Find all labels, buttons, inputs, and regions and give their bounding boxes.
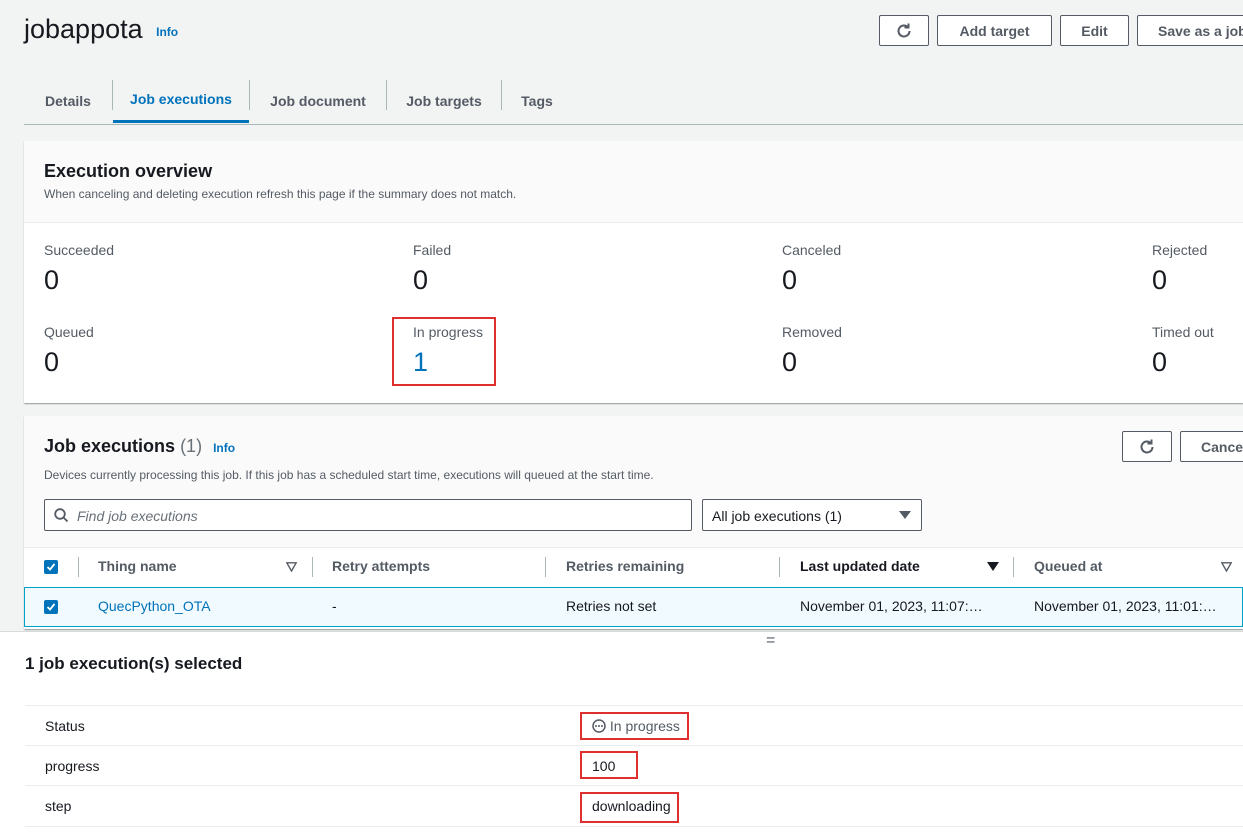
column-queued-at[interactable]: Queued at (1034, 558, 1102, 574)
cancel-button[interactable]: Cancel (1180, 431, 1243, 462)
stat-queued-value: 0 (44, 347, 60, 377)
page-title: jobappota Info (24, 14, 178, 45)
overview-title: Execution overview (44, 161, 213, 181)
executions-title: Job executions (1) Info (44, 436, 235, 457)
thing-name-link[interactable]: QuecPython_OTA (98, 598, 211, 614)
stat-timed-out-value: 0 (1152, 347, 1168, 377)
column-thing-name[interactable]: Thing name (98, 558, 177, 574)
job-name: jobappota (24, 14, 143, 44)
highlight-box (580, 792, 679, 823)
tab-job-targets[interactable]: Job targets (387, 78, 501, 123)
sort-caret-icon[interactable] (1221, 562, 1232, 572)
divider (25, 785, 1243, 786)
refresh-button[interactable] (879, 15, 929, 46)
refresh-icon (1140, 439, 1154, 453)
divider (25, 826, 1243, 827)
stat-succeeded-value: 0 (44, 265, 60, 295)
header-info-link[interactable]: Info (156, 25, 178, 39)
stat-failed-label: Failed (413, 242, 452, 258)
retry-attempts-cell: - (332, 598, 337, 614)
tab-job-executions[interactable]: Job executions (113, 78, 249, 123)
search-input[interactable] (75, 500, 679, 532)
column-last-updated-date[interactable]: Last updated date (800, 558, 920, 574)
stat-removed-value: 0 (782, 347, 798, 377)
overview-description: When canceling and deleting execution re… (44, 187, 517, 201)
edit-button[interactable]: Edit (1060, 15, 1129, 46)
stat-queued-label: Queued (44, 324, 94, 340)
stat-timed-out-label: Timed out (1152, 324, 1214, 340)
highlight-box (392, 317, 496, 386)
last-updated-cell: November 01, 2023, 11:07:… (800, 598, 983, 614)
divider (25, 705, 1243, 706)
step-label: step (45, 798, 72, 814)
column-divider (78, 557, 79, 577)
selection-title: 1 job execution(s) selected (25, 654, 243, 673)
column-retries-remaining[interactable]: Retries remaining (566, 558, 684, 574)
search-box (44, 499, 692, 532)
retries-remaining-cell: Retries not set (566, 598, 657, 614)
check-icon (46, 563, 56, 571)
tab-tags[interactable]: Tags (502, 78, 572, 123)
column-divider (312, 557, 313, 577)
executions-title-text: Job executions (44, 436, 176, 456)
highlight-box (580, 751, 638, 779)
tab-details[interactable]: Details (24, 78, 112, 123)
caret-down-icon (899, 511, 911, 519)
sort-descending-icon[interactable] (987, 562, 999, 572)
column-divider (779, 557, 780, 577)
table-top-border (24, 547, 1243, 548)
stat-rejected-label: Rejected (1152, 242, 1208, 258)
executions-count: (1) (180, 436, 203, 456)
executions-info-link[interactable]: Info (213, 441, 235, 455)
executions-description: Devices currently processing this job. I… (44, 468, 654, 482)
stat-rejected-value: 0 (1152, 265, 1168, 295)
column-divider (545, 557, 546, 577)
execution-filter-select[interactable]: All job executions (1) (702, 499, 922, 531)
execution-filter-value: All job executions (1) (712, 508, 842, 524)
stat-canceled-value: 0 (782, 265, 798, 295)
add-target-button[interactable]: Add target (937, 15, 1052, 46)
sort-caret-icon[interactable] (286, 562, 297, 572)
status-label: Status (45, 718, 85, 734)
overview-header (24, 141, 1243, 223)
column-divider (1013, 557, 1014, 577)
check-icon (46, 603, 56, 611)
execution-overview-panel: Execution overview When canceling and de… (24, 141, 1243, 403)
tab-bar: Details Job executions Job document Job … (24, 78, 1243, 125)
select-all-checkbox[interactable] (44, 560, 58, 574)
stat-succeeded-label: Succeeded (44, 242, 115, 258)
split-panel-resize-handle[interactable]: = (766, 632, 775, 650)
stat-canceled-label: Canceled (782, 242, 842, 258)
search-icon (54, 508, 69, 523)
highlight-box (580, 712, 689, 740)
refresh-icon (897, 23, 911, 37)
row-checkbox[interactable] (44, 600, 58, 614)
executions-refresh-button[interactable] (1122, 431, 1172, 462)
tab-job-document[interactable]: Job document (250, 78, 386, 123)
queued-at-cell: November 01, 2023, 11:01:… (1034, 598, 1217, 614)
divider (25, 745, 1243, 746)
save-as-job-button[interactable]: Save as a job (1137, 15, 1243, 46)
stat-failed-value: 0 (413, 265, 429, 295)
column-retry-attempts[interactable]: Retry attempts (332, 558, 430, 574)
progress-label: progress (45, 758, 100, 774)
stat-removed-label: Removed (782, 324, 842, 340)
